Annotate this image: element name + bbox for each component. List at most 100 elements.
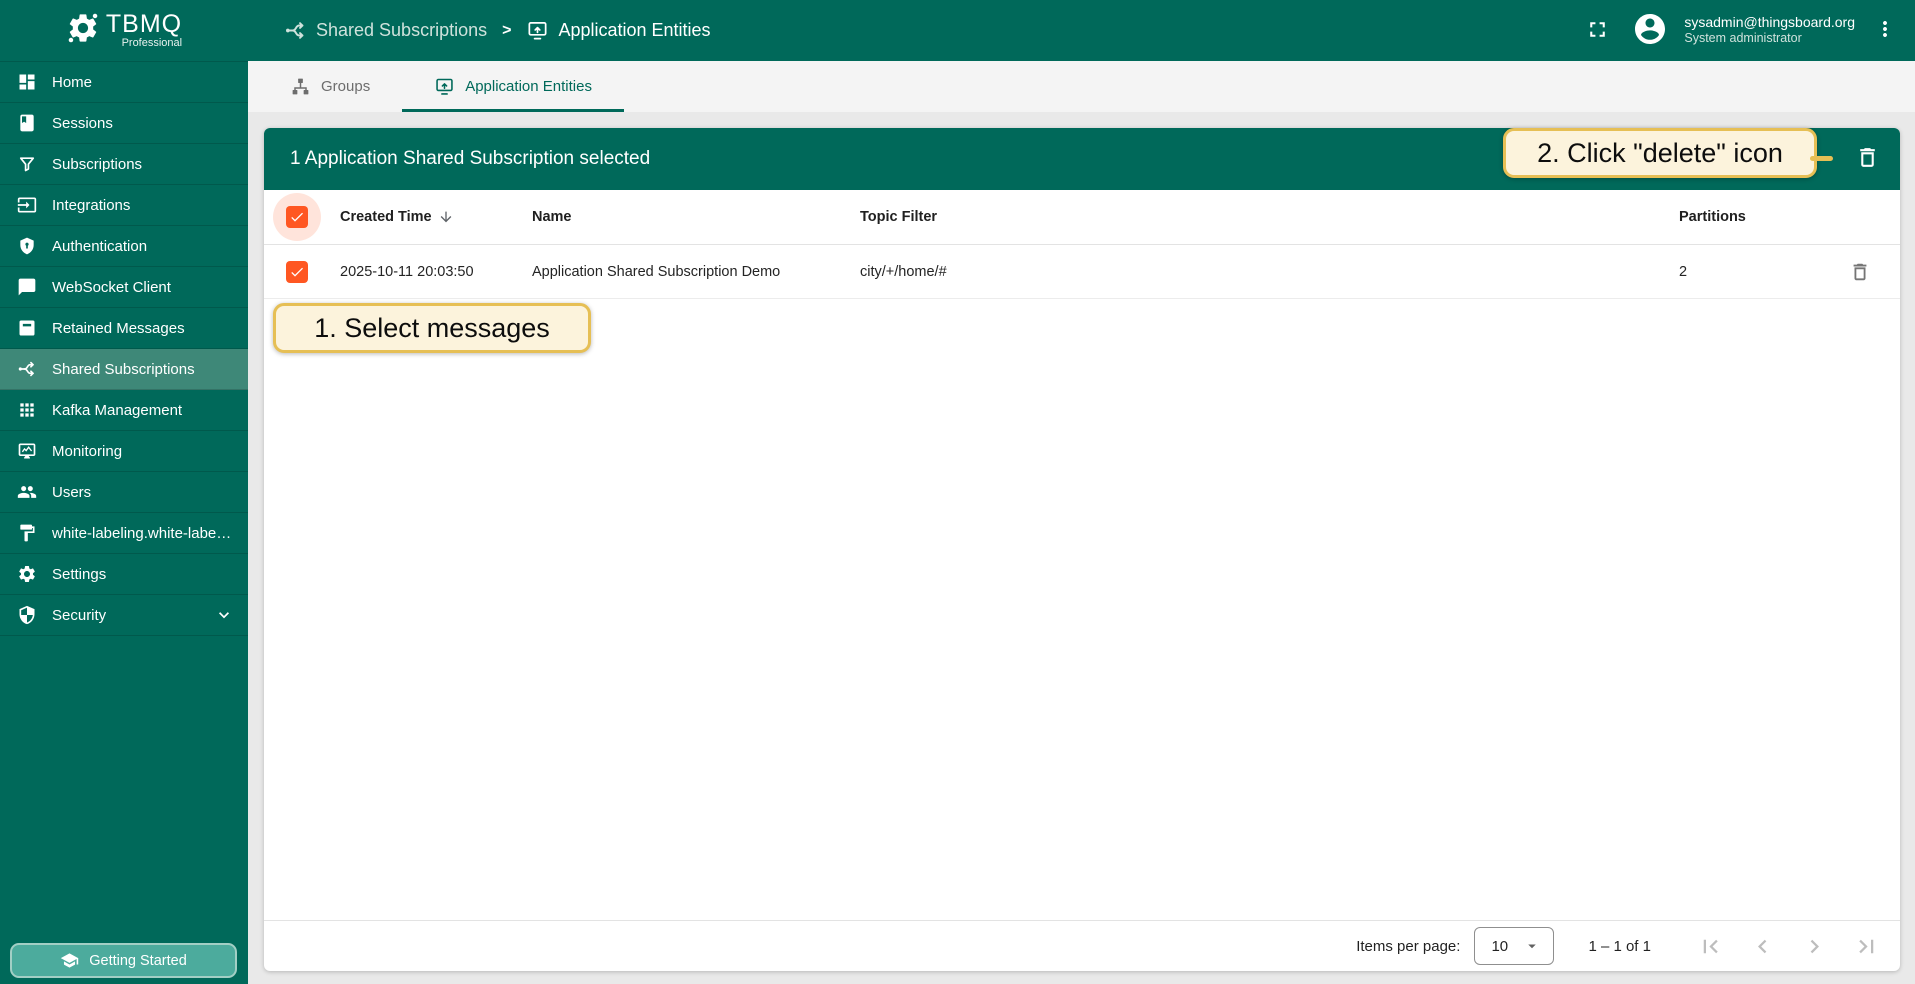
school-icon bbox=[60, 951, 79, 970]
logo-subtitle: Professional bbox=[106, 38, 182, 49]
sidebar-item-label: Security bbox=[52, 607, 106, 624]
delete-icon bbox=[1855, 145, 1880, 173]
fullscreen-button[interactable] bbox=[1581, 13, 1614, 49]
sidebar-item-users[interactable]: Users bbox=[0, 472, 248, 513]
breadcrumb-label: Shared Subscriptions bbox=[316, 20, 487, 41]
filter-icon bbox=[17, 154, 37, 174]
tab-application-entities[interactable]: Application Entities bbox=[402, 61, 624, 112]
more-menu-button[interactable] bbox=[1869, 13, 1901, 48]
top-header: TBMQ Professional Shared Subscriptions >… bbox=[0, 0, 1915, 61]
breadcrumb-shared-subscriptions[interactable]: Shared Subscriptions bbox=[284, 19, 487, 42]
chevron-right-icon bbox=[1801, 933, 1828, 960]
items-per-page-label: Items per page: bbox=[1356, 938, 1460, 955]
sidebar-item-label: Monitoring bbox=[52, 443, 122, 460]
sidebar-item-white-labeling[interactable]: white-labeling.white-labeli… bbox=[0, 513, 248, 554]
tab-bar: Groups Application Entities bbox=[248, 61, 1915, 112]
app-entity-icon bbox=[526, 19, 549, 42]
breadcrumb-application-entities: Application Entities bbox=[526, 19, 710, 42]
sidebar-item-retained-messages[interactable]: Retained Messages bbox=[0, 308, 248, 349]
getting-started-button[interactable]: Getting Started bbox=[10, 943, 237, 978]
column-header-name[interactable]: Name bbox=[532, 209, 572, 225]
sidebar-item-websocket-client[interactable]: WebSocket Client bbox=[0, 267, 248, 308]
select-all-checkbox[interactable] bbox=[286, 206, 308, 228]
book-icon bbox=[17, 113, 37, 133]
sidebar-item-sessions[interactable]: Sessions bbox=[0, 103, 248, 144]
archive-icon bbox=[17, 318, 37, 338]
page-range-label: 1 – 1 of 1 bbox=[1588, 938, 1651, 955]
user-avatar[interactable] bbox=[1628, 7, 1672, 54]
sidebar-item-label: Retained Messages bbox=[52, 320, 185, 337]
paint-icon bbox=[17, 523, 37, 543]
page-size-value: 10 bbox=[1491, 938, 1508, 955]
row-checkbox[interactable] bbox=[286, 261, 308, 283]
delete-selected-button[interactable] bbox=[1851, 141, 1884, 177]
more-vert-icon bbox=[1873, 17, 1897, 44]
table-row[interactable]: 2025-10-11 20:03:50Application Shared Su… bbox=[264, 245, 1900, 299]
tbmq-app: TBMQ Professional Shared Subscriptions >… bbox=[0, 0, 1915, 984]
sidebar-item-home[interactable]: Home bbox=[0, 62, 248, 103]
annotation-step1: 1. Select messages bbox=[273, 303, 591, 353]
row-delete-button[interactable] bbox=[1845, 257, 1875, 287]
sidebar-item-integrations[interactable]: Integrations bbox=[0, 185, 248, 226]
sidebar-item-subscriptions[interactable]: Subscriptions bbox=[0, 144, 248, 185]
delete-icon bbox=[1849, 261, 1871, 283]
user-info: sysadmin@thingsboard.org System administ… bbox=[1684, 14, 1855, 47]
entities-table-card: 1 Application Shared Subscription select… bbox=[264, 128, 1900, 971]
branch-icon bbox=[17, 359, 37, 379]
apps-grid-icon bbox=[17, 400, 37, 420]
sidebar-nav: Home Sessions Subscriptions Integrations Aut… bbox=[0, 61, 248, 636]
first-page-icon bbox=[1697, 933, 1724, 960]
sidebar-item-label: Subscriptions bbox=[52, 156, 142, 173]
sitemap-icon bbox=[290, 76, 311, 97]
check-icon bbox=[289, 264, 305, 280]
sidebar-item-kafka-management[interactable]: Kafka Management bbox=[0, 390, 248, 431]
sidebar: Home Sessions Subscriptions Integrations Aut… bbox=[0, 61, 248, 984]
tbmq-logo[interactable]: TBMQ Professional bbox=[0, 11, 248, 50]
last-page-button[interactable] bbox=[1851, 931, 1882, 962]
sidebar-item-label: Settings bbox=[52, 566, 106, 583]
sidebar-item-shared-subscriptions[interactable]: Shared Subscriptions bbox=[0, 349, 248, 390]
dashboard-icon bbox=[17, 72, 37, 92]
sidebar-item-authentication[interactable]: Authentication bbox=[0, 226, 248, 267]
account-circle-icon bbox=[1632, 11, 1668, 50]
tab-label: Application Entities bbox=[465, 78, 592, 95]
chat-icon bbox=[17, 277, 37, 297]
monitor-icon bbox=[17, 441, 37, 461]
tab-groups[interactable]: Groups bbox=[258, 61, 402, 112]
sidebar-item-label: Authentication bbox=[52, 238, 147, 255]
table-header-row: Created Time Name Topic Filter Partition… bbox=[264, 190, 1900, 245]
sidebar-item-label: Kafka Management bbox=[52, 402, 182, 419]
first-page-button[interactable] bbox=[1695, 931, 1726, 962]
tab-label: Groups bbox=[321, 78, 370, 95]
sidebar-item-settings[interactable]: Settings bbox=[0, 554, 248, 595]
sidebar-item-security[interactable]: Security bbox=[0, 595, 248, 636]
cell-name: Application Shared Subscription Demo bbox=[532, 264, 780, 280]
input-icon bbox=[17, 195, 37, 215]
annotation-connector bbox=[1810, 156, 1833, 161]
sidebar-item-label: WebSocket Client bbox=[52, 279, 171, 296]
breadcrumb: Shared Subscriptions > Application Entit… bbox=[284, 19, 711, 42]
sort-desc-icon[interactable] bbox=[438, 209, 454, 225]
annotation-step1-label: 1. Select messages bbox=[314, 313, 550, 344]
sidebar-item-label: Sessions bbox=[52, 115, 113, 132]
sidebar-item-label: Shared Subscriptions bbox=[52, 361, 195, 378]
sidebar-item-monitoring[interactable]: Monitoring bbox=[0, 431, 248, 472]
sidebar-item-label: white-labeling.white-labeli… bbox=[52, 525, 234, 542]
cell-partitions: 2 bbox=[1679, 264, 1687, 280]
getting-started-label: Getting Started bbox=[89, 953, 187, 969]
select-all-ripple bbox=[273, 193, 321, 241]
gear-icon bbox=[17, 564, 37, 584]
next-page-button[interactable] bbox=[1799, 931, 1830, 962]
column-header-partitions[interactable]: Partitions bbox=[1679, 209, 1746, 225]
auth-shield-icon bbox=[17, 236, 37, 256]
previous-page-button[interactable] bbox=[1747, 931, 1778, 962]
chevron-left-icon bbox=[1749, 933, 1776, 960]
breadcrumb-separator: > bbox=[502, 22, 511, 40]
items-per-page-select[interactable]: 10 bbox=[1474, 927, 1554, 965]
last-page-icon bbox=[1853, 933, 1880, 960]
app-entity-icon bbox=[434, 76, 455, 97]
branch-icon bbox=[284, 19, 307, 42]
cell-topic-filter: city/+/home/# bbox=[860, 264, 947, 280]
column-header-topic-filter[interactable]: Topic Filter bbox=[860, 209, 937, 225]
column-header-created-time[interactable]: Created Time bbox=[340, 209, 432, 225]
